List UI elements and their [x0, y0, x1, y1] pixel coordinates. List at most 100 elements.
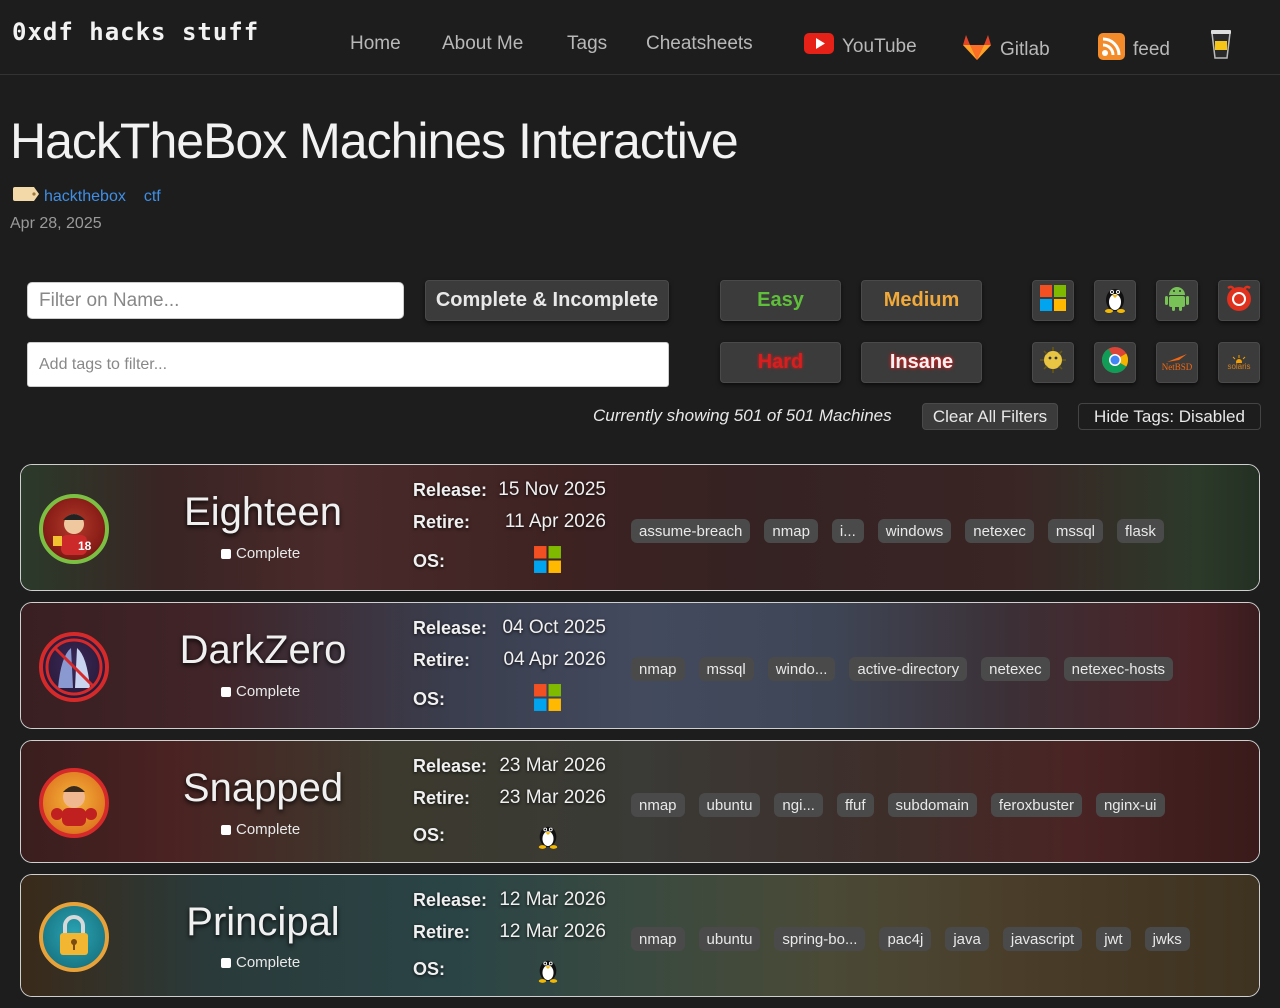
tag-chip[interactable]: active-directory [849, 657, 968, 681]
difficulty-medium-button[interactable]: Medium [861, 280, 982, 321]
tag-chip[interactable]: ubuntu [698, 927, 761, 951]
machine-card-principal[interactable]: Principal Complete Release: 12 Mar 2026 … [20, 874, 1260, 997]
linux-icon [536, 821, 560, 854]
os-filter-chrome[interactable] [1094, 342, 1136, 383]
nav-tags[interactable]: Tags [567, 33, 607, 55]
machine-avatar-principal [39, 902, 109, 972]
clear-filters-button[interactable]: Clear All Filters [922, 403, 1058, 430]
retire-label: Retire: [413, 512, 471, 532]
difficulty-hard-button[interactable]: Hard [720, 342, 841, 383]
netbsd-icon: NetBSD [1162, 353, 1192, 372]
tag-chip[interactable]: nmap [631, 793, 685, 817]
page-title: HackTheBox Machines Interactive [10, 113, 739, 169]
tag-chip[interactable]: i... [831, 519, 864, 543]
difficulty-insane-button[interactable]: Insane [861, 342, 982, 383]
tag-filter-input[interactable] [27, 342, 669, 387]
tag-chip[interactable]: netexec [981, 657, 1050, 681]
difficulty-easy-button[interactable]: Easy [720, 280, 841, 321]
tag-chip[interactable]: nmap [764, 519, 818, 543]
tag-chip[interactable]: jwks [1144, 927, 1190, 951]
nav-youtube-label: YouTube [842, 35, 917, 57]
tag-chip[interactable]: netexec-hosts [1063, 657, 1174, 681]
release-date: 04 Oct 2025 [502, 617, 606, 638]
os-label: OS: [413, 825, 446, 845]
site-title[interactable]: 0xdf hacks stuff [12, 18, 259, 46]
tag-chip[interactable]: java [945, 927, 989, 951]
nav-feed-label: feed [1133, 38, 1170, 60]
name-filter-input[interactable] [27, 282, 404, 319]
complete-label: Complete [236, 683, 301, 700]
machine-tags: nmap ubuntu ngi... ffuf subdomain feroxb… [631, 793, 1165, 817]
windows-icon [533, 545, 562, 579]
os-filter-netbsd[interactable]: NetBSD [1156, 342, 1198, 383]
complete-filter-button[interactable]: Complete & Incomplete [425, 280, 669, 321]
os-filter-windows[interactable] [1032, 280, 1074, 321]
checkbox-icon [221, 957, 231, 968]
tag-chip[interactable]: feroxbuster [990, 793, 1082, 817]
tag-chip[interactable]: mssql [698, 657, 754, 681]
windows-icon [533, 683, 562, 717]
nav-tags-label: Tags [567, 33, 608, 54]
complete-label: Complete [236, 821, 301, 838]
openbsd-icon [1039, 346, 1067, 380]
nav-home[interactable]: Home [350, 33, 401, 55]
coffee-cup-icon[interactable] [1210, 28, 1232, 60]
machine-name: Eighteen [184, 490, 342, 534]
youtube-icon [804, 33, 834, 60]
os-filter-freebsd[interactable] [1218, 280, 1260, 321]
nav-youtube[interactable]: YouTube [804, 33, 917, 60]
machine-name: Snapped [182, 766, 344, 810]
tag-chip[interactable]: ubuntu [698, 793, 761, 817]
tag-chip[interactable]: assume-breach [631, 519, 751, 543]
os-filter-openbsd[interactable] [1032, 342, 1074, 383]
complete-checkbox[interactable]: Complete [221, 545, 300, 562]
tag-chip[interactable]: nmap [631, 657, 685, 681]
tag-chip[interactable]: ffuf [836, 793, 874, 817]
tag-chip[interactable]: netexec [965, 519, 1034, 543]
top-navbar: 0xdf hacks stuff Home About Me Tags Chea… [0, 0, 1280, 75]
tag-chip[interactable]: windo... [767, 657, 836, 681]
svg-text:18: 18 [78, 539, 92, 553]
tag-chip[interactable]: windows [877, 519, 952, 543]
tag-chip[interactable]: nmap [631, 927, 685, 951]
tag-chip[interactable]: nginx-ui [1095, 793, 1165, 817]
nav-feed[interactable]: feed [1098, 33, 1170, 66]
tag-chip[interactable]: javascript [1002, 927, 1083, 951]
nav-cheatsheets-label: Cheatsheets [646, 33, 753, 54]
os-filter-solaris[interactable]: solaris [1218, 342, 1260, 383]
nav-gitlab[interactable]: Gitlab [962, 33, 1050, 67]
machine-card-snapped[interactable]: Snapped Complete Release: 23 Mar 2026 Re… [20, 740, 1260, 863]
tag-chip[interactable]: spring-bo... [774, 927, 866, 951]
tag-chip[interactable]: mssql [1047, 519, 1104, 543]
tag-chip[interactable]: flask [1117, 519, 1164, 543]
os-filter-linux[interactable] [1094, 280, 1136, 321]
os-filter-android[interactable] [1156, 280, 1198, 321]
tag-chip[interactable]: subdomain [887, 793, 977, 817]
linux-icon [1102, 283, 1128, 319]
nav-cheatsheets[interactable]: Cheatsheets [646, 33, 753, 55]
tag-chip[interactable]: jwt [1096, 927, 1131, 951]
checkbox-icon [221, 548, 231, 559]
post-tag-ctf[interactable]: ctf [144, 188, 161, 206]
release-date: 15 Nov 2025 [498, 479, 606, 500]
nav-about[interactable]: About Me [442, 33, 523, 55]
tag-chip[interactable]: ngi... [774, 793, 823, 817]
complete-label: Complete [236, 954, 301, 971]
checkbox-icon [221, 686, 231, 697]
post-tags: hackthebox ctf [12, 186, 161, 207]
tag-chip[interactable]: pac4j [879, 927, 932, 951]
post-tag-hackthebox[interactable]: hackthebox [44, 188, 126, 206]
machine-card-eighteen[interactable]: 18 Eighteen Complete Release: 15 Nov 202… [20, 464, 1260, 591]
complete-label: Complete [236, 545, 301, 562]
release-date: 23 Mar 2026 [499, 755, 606, 776]
windows-icon [1039, 284, 1067, 318]
complete-checkbox[interactable]: Complete [221, 821, 300, 838]
hide-tags-toggle[interactable]: Hide Tags: Disabled [1078, 403, 1261, 430]
chrome-icon [1101, 346, 1129, 380]
machine-avatar-darkzero [39, 632, 109, 702]
freebsd-icon [1225, 284, 1253, 318]
machine-card-darkzero[interactable]: DarkZero Complete Release: 04 Oct 2025 R… [20, 602, 1260, 729]
complete-checkbox[interactable]: Complete [221, 683, 300, 700]
retire-label: Retire: [413, 650, 471, 670]
complete-checkbox[interactable]: Complete [221, 954, 300, 971]
